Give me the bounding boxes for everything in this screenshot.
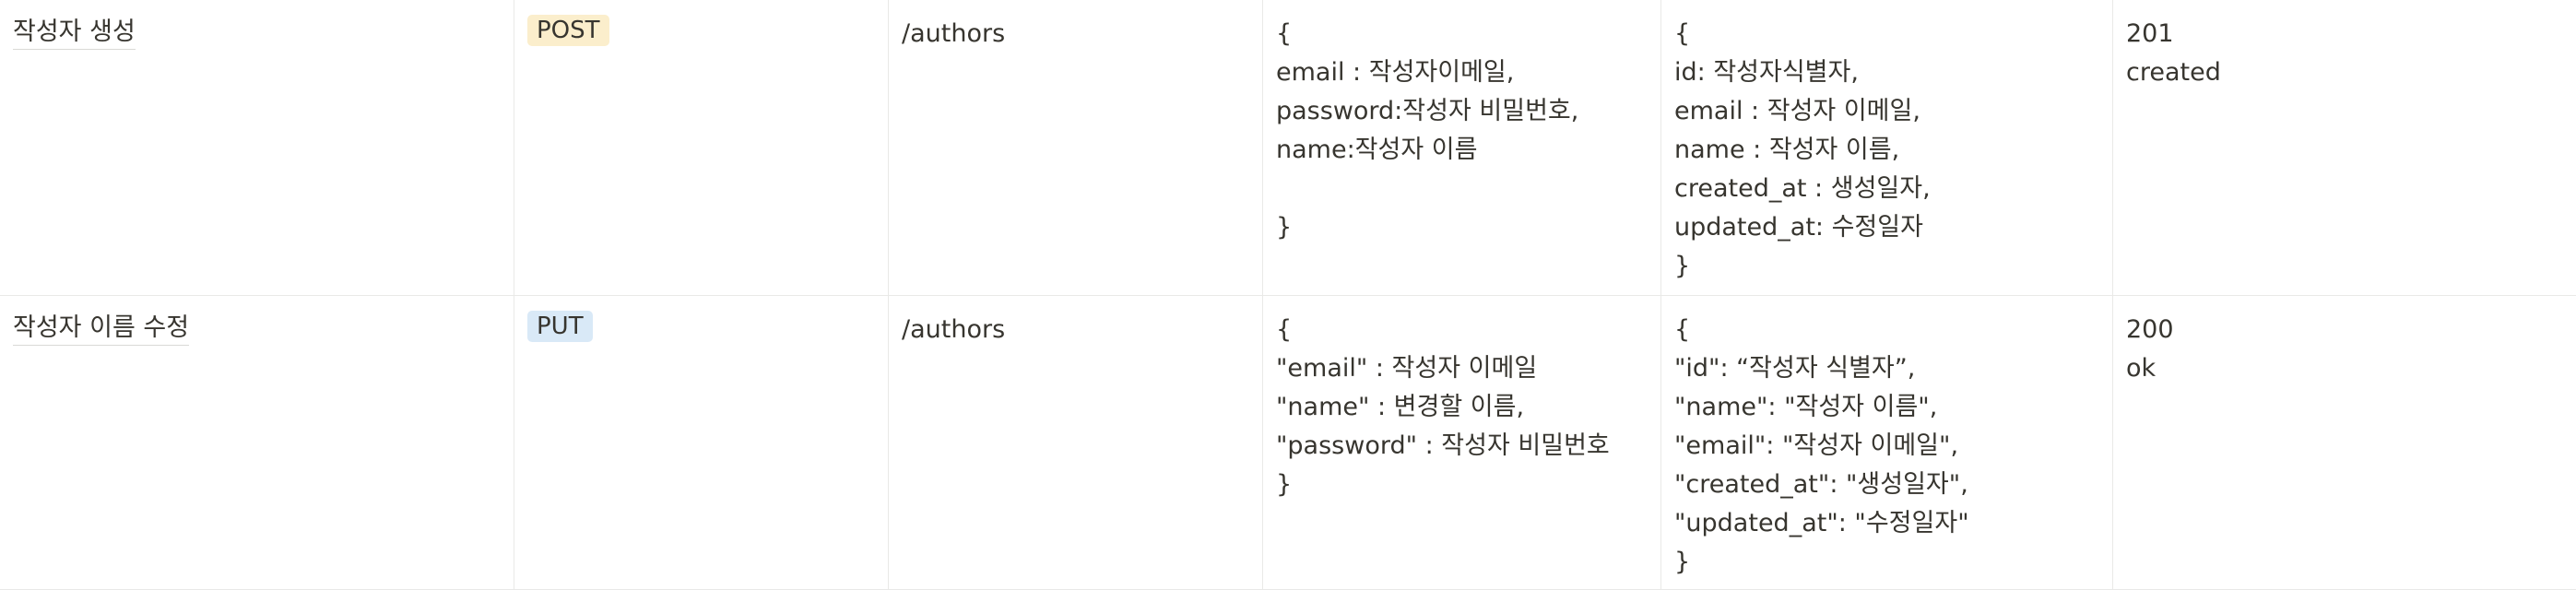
request-line: { (1276, 19, 1293, 48)
response-line: "id": “작성자 식별자”, (1674, 354, 1916, 383)
response-body-cell[interactable]: { id: 작성자식별자, email : 작성자 이메일, name : 작성… (1661, 0, 2113, 295)
request-line: email : 작성자이메일, (1276, 58, 1515, 87)
request-line (1276, 170, 1648, 208)
response-line: { (1674, 19, 1691, 48)
request-line: { (1276, 315, 1293, 344)
response-line: } (1674, 252, 1691, 280)
request-line: } (1276, 213, 1293, 242)
status-code: 201 (2126, 19, 2174, 48)
response-line: "name": "작성자 이름", (1674, 393, 1938, 421)
api-table: 작성자 생성 POST /authors { email : 작성자이메일, p… (0, 0, 2576, 590)
method-cell[interactable]: PUT (514, 296, 889, 589)
request-line: name:작성자 이름 (1276, 136, 1478, 164)
path-cell[interactable]: /authors (889, 0, 1263, 295)
request-line: "email" : 작성자 이메일 (1276, 354, 1538, 383)
response-line: name : 작성자 이름, (1674, 136, 1900, 164)
request-body-cell[interactable]: { "email" : 작성자 이메일 "name" : 변경할 이름, "pa… (1263, 296, 1661, 589)
response-line: updated_at: 수정일자 (1674, 213, 1923, 242)
status-text: ok (2126, 354, 2157, 383)
path-text: /authors (902, 315, 1006, 344)
status-text: created (2126, 58, 2221, 87)
method-cell[interactable]: POST (514, 0, 889, 295)
request-line: password:작성자 비밀번호, (1276, 97, 1579, 125)
method-badge: PUT (527, 311, 593, 342)
request-body-cell[interactable]: { email : 작성자이메일, password:작성자 비밀번호, nam… (1263, 0, 1661, 295)
method-badge: POST (527, 15, 609, 46)
request-line: "name" : 변경할 이름, (1276, 393, 1525, 421)
response-line: email : 작성자 이메일, (1674, 97, 1920, 125)
endpoint-name[interactable]: 작성자 생성 (13, 17, 136, 50)
response-line: } (1674, 548, 1691, 576)
path-text: /authors (902, 19, 1006, 48)
request-line: "password" : 작성자 비밀번호 (1276, 431, 1610, 460)
status-code: 200 (2126, 315, 2174, 344)
status-cell[interactable]: 201 created (2113, 0, 2550, 295)
table-row: 작성자 이름 수정 PUT /authors { "email" : 작성자 이… (0, 296, 2576, 590)
response-line: "created_at": "생성일자", (1674, 470, 1968, 499)
response-line: created_at : 생성일자, (1674, 174, 1931, 203)
endpoint-name[interactable]: 작성자 이름 수정 (13, 313, 190, 346)
status-cell[interactable]: 200 ok (2113, 296, 2550, 589)
table-row: 작성자 생성 POST /authors { email : 작성자이메일, p… (0, 0, 2576, 296)
request-line: } (1276, 470, 1293, 499)
response-line: "email": "작성자 이메일", (1674, 431, 1959, 460)
response-body-cell[interactable]: { "id": “작성자 식별자”, "name": "작성자 이름", "em… (1661, 296, 2113, 589)
response-line: id: 작성자식별자, (1674, 58, 1859, 87)
path-cell[interactable]: /authors (889, 296, 1263, 589)
response-line: "updated_at": "수정일자" (1674, 509, 1969, 537)
endpoint-name-cell[interactable]: 작성자 생성 (0, 0, 514, 295)
response-line: { (1674, 315, 1691, 344)
endpoint-name-cell[interactable]: 작성자 이름 수정 (0, 296, 514, 589)
